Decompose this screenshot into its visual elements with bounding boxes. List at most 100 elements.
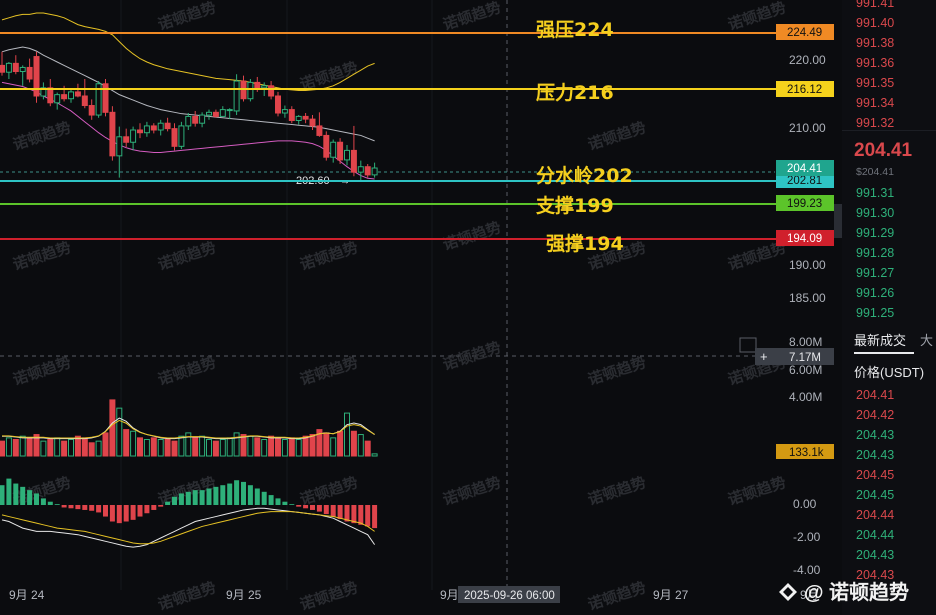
orderbook-row[interactable]: 991.27	[856, 266, 894, 280]
level-price-tag-text: 194.09	[787, 233, 822, 245]
orderbook-row[interactable]: 991.34	[856, 96, 894, 110]
chart-background	[0, 0, 842, 615]
volume-bar	[5, 437, 12, 457]
macd-histogram-bar	[130, 505, 136, 520]
macd-histogram-bar	[137, 505, 143, 517]
macd-histogram-bar	[199, 490, 205, 505]
orderbook-row[interactable]: 991.30	[856, 206, 894, 220]
volume-bar	[137, 437, 143, 457]
macd-histogram-bar	[185, 491, 191, 505]
panel-collapse-handle[interactable]	[834, 204, 842, 238]
volume-bar	[226, 437, 233, 457]
level-label: 分水岭202	[536, 164, 633, 187]
candle-body	[288, 109, 295, 121]
candle-body	[54, 94, 61, 104]
volume-bar	[47, 439, 54, 457]
candle-body	[371, 167, 378, 176]
volume-bar	[116, 407, 123, 457]
candle-body	[254, 81, 261, 89]
volume-bar	[54, 437, 61, 457]
macd-histogram-bar	[303, 505, 309, 509]
level-label: 支撑199	[535, 194, 614, 217]
level-label: 压力216	[536, 81, 614, 104]
volume-tick-label: 4.00M	[789, 390, 822, 404]
candle-body	[130, 129, 137, 143]
macd-histogram-bar	[289, 504, 295, 505]
add-icon[interactable]: +	[760, 349, 768, 364]
macd-histogram-bar	[96, 505, 102, 513]
trade-row: 204.44	[856, 528, 895, 542]
tab-latest-trades[interactable]: 最新成交	[854, 333, 906, 348]
orderbook-row[interactable]: 991.29	[856, 226, 894, 240]
macd-histogram-bar	[68, 505, 74, 509]
orderbook-row[interactable]: 991.40	[856, 16, 894, 30]
macd-histogram-bar	[206, 488, 212, 505]
price-tick-label: 185.00	[789, 291, 826, 305]
candle-body	[219, 109, 226, 117]
volume-bar	[350, 430, 357, 457]
candle-body	[26, 66, 33, 80]
candle-body	[150, 125, 157, 131]
orderbook-row[interactable]: 991.26	[856, 286, 894, 300]
candle-body	[316, 125, 323, 136]
orderbook-row[interactable]: 991.38	[856, 36, 894, 50]
candle-body	[199, 114, 206, 124]
level-label: 强撑194	[546, 232, 624, 255]
volume-bar	[275, 437, 281, 457]
candle-body	[344, 149, 350, 161]
macd-histogram-bar	[20, 486, 26, 505]
volume-bar	[371, 453, 378, 457]
candle-body	[137, 129, 143, 134]
orderbook-row[interactable]: 991.35	[856, 76, 894, 90]
volume-bar	[123, 429, 130, 457]
macd-histogram-bar	[165, 501, 171, 505]
orderbook-row[interactable]: 991.28	[856, 246, 894, 260]
trade-row: 204.45	[856, 468, 895, 482]
tab-large-trades[interactable]: 大	[920, 333, 933, 348]
orderbook-row[interactable]: 991.41	[856, 0, 894, 10]
macd-histogram-bar	[316, 505, 322, 512]
price-column-header: 价格(USDT)	[854, 365, 925, 380]
trade-row: 204.42	[856, 408, 895, 422]
volume-bar	[268, 435, 275, 457]
price-chart[interactable]: 诺顿趋势诺顿趋势诺顿趋势诺顿趋势诺顿趋势诺顿趋势诺顿趋势 诺顿趋势 诺顿趋势诺顿趋势…	[0, 0, 936, 615]
trade-row: 204.43	[856, 428, 895, 442]
macd-histogram-bar	[47, 501, 53, 505]
macd-histogram-bar	[0, 485, 5, 505]
macd-histogram-bar	[75, 505, 81, 510]
volume-bar	[233, 432, 240, 457]
macd-histogram-bar	[61, 505, 67, 508]
volume-bar	[102, 432, 109, 457]
macd-histogram-bar	[241, 481, 246, 505]
macd-histogram-bar	[220, 485, 226, 505]
orderbook-row[interactable]: 991.31	[856, 186, 894, 200]
macd-tick-label: -2.00	[793, 530, 821, 544]
orderbook-row[interactable]: 991.36	[856, 56, 894, 70]
candle-body	[309, 118, 316, 127]
candle-body	[261, 85, 268, 89]
crosshair-date-text: 2025-09-26 06:00	[464, 590, 555, 602]
macd-histogram-bar	[282, 501, 288, 505]
volume-bar	[330, 437, 337, 457]
macd-tick-label: -4.00	[793, 563, 821, 577]
candle-body	[123, 136, 130, 143]
orderbook-row[interactable]: 991.32	[856, 116, 894, 130]
volume-bar	[206, 439, 212, 457]
macd-histogram-bar	[34, 493, 39, 505]
volume-tick-label: 8.00M	[789, 335, 822, 349]
candle-body	[178, 125, 185, 147]
volume-bar	[143, 439, 150, 457]
candle-body	[212, 111, 219, 117]
candle-body	[323, 134, 330, 158]
macd-histogram-bar	[227, 483, 233, 505]
macd-histogram-bar	[178, 493, 184, 505]
volume-bar	[288, 437, 295, 457]
macd-histogram-bar	[296, 505, 302, 507]
volume-bar	[323, 432, 330, 457]
candle-body	[185, 115, 192, 127]
price-tick-label: 220.00	[789, 53, 826, 67]
orderbook-row[interactable]: 991.25	[856, 306, 894, 320]
volume-bar	[40, 440, 47, 457]
volume-bar	[247, 435, 254, 457]
trade-row: 204.43	[856, 448, 895, 462]
